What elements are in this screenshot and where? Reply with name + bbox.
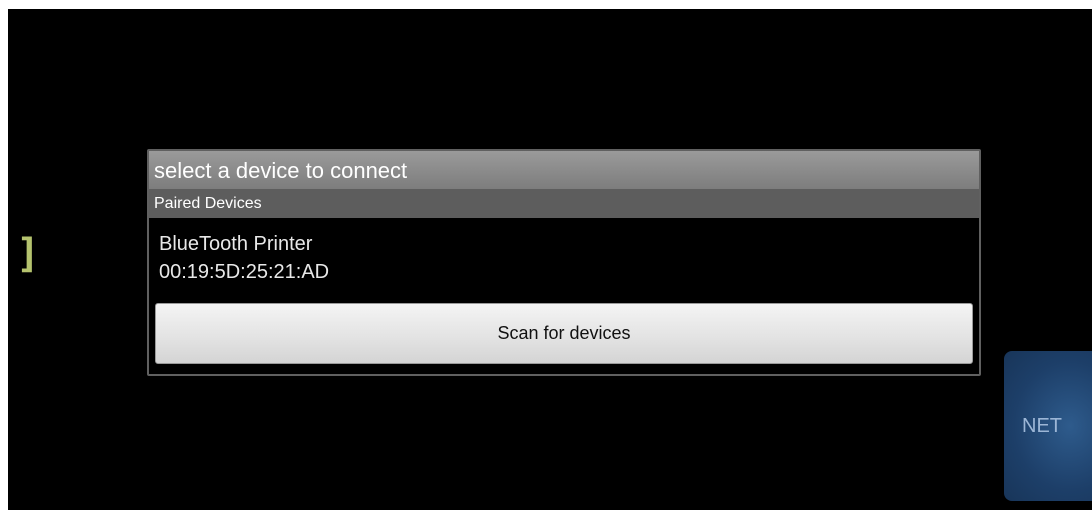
scan-for-devices-button[interactable]: Scan for devices: [155, 303, 973, 364]
paired-devices-header: Paired Devices: [149, 189, 979, 218]
dialog-header: select a device to connect: [149, 151, 979, 189]
net-button[interactable]: NET: [1004, 351, 1092, 501]
device-address: 00:19:5D:25:21:AD: [159, 261, 330, 283]
paired-devices-label: Paired Devices: [154, 195, 262, 212]
dialog-title: select a device to connect: [154, 158, 408, 183]
device-name: BlueTooth Printer: [159, 233, 313, 255]
background-bracket-glyph: ]: [16, 231, 41, 277]
device-list-item[interactable]: BlueTooth Printer 00:19:5D:25:21:AD: [149, 218, 979, 296]
device-screen: ] NET select a device to connect Paired …: [8, 9, 1092, 510]
net-button-label: NET: [1022, 414, 1062, 437]
select-device-dialog: select a device to connect Paired Device…: [147, 149, 981, 376]
